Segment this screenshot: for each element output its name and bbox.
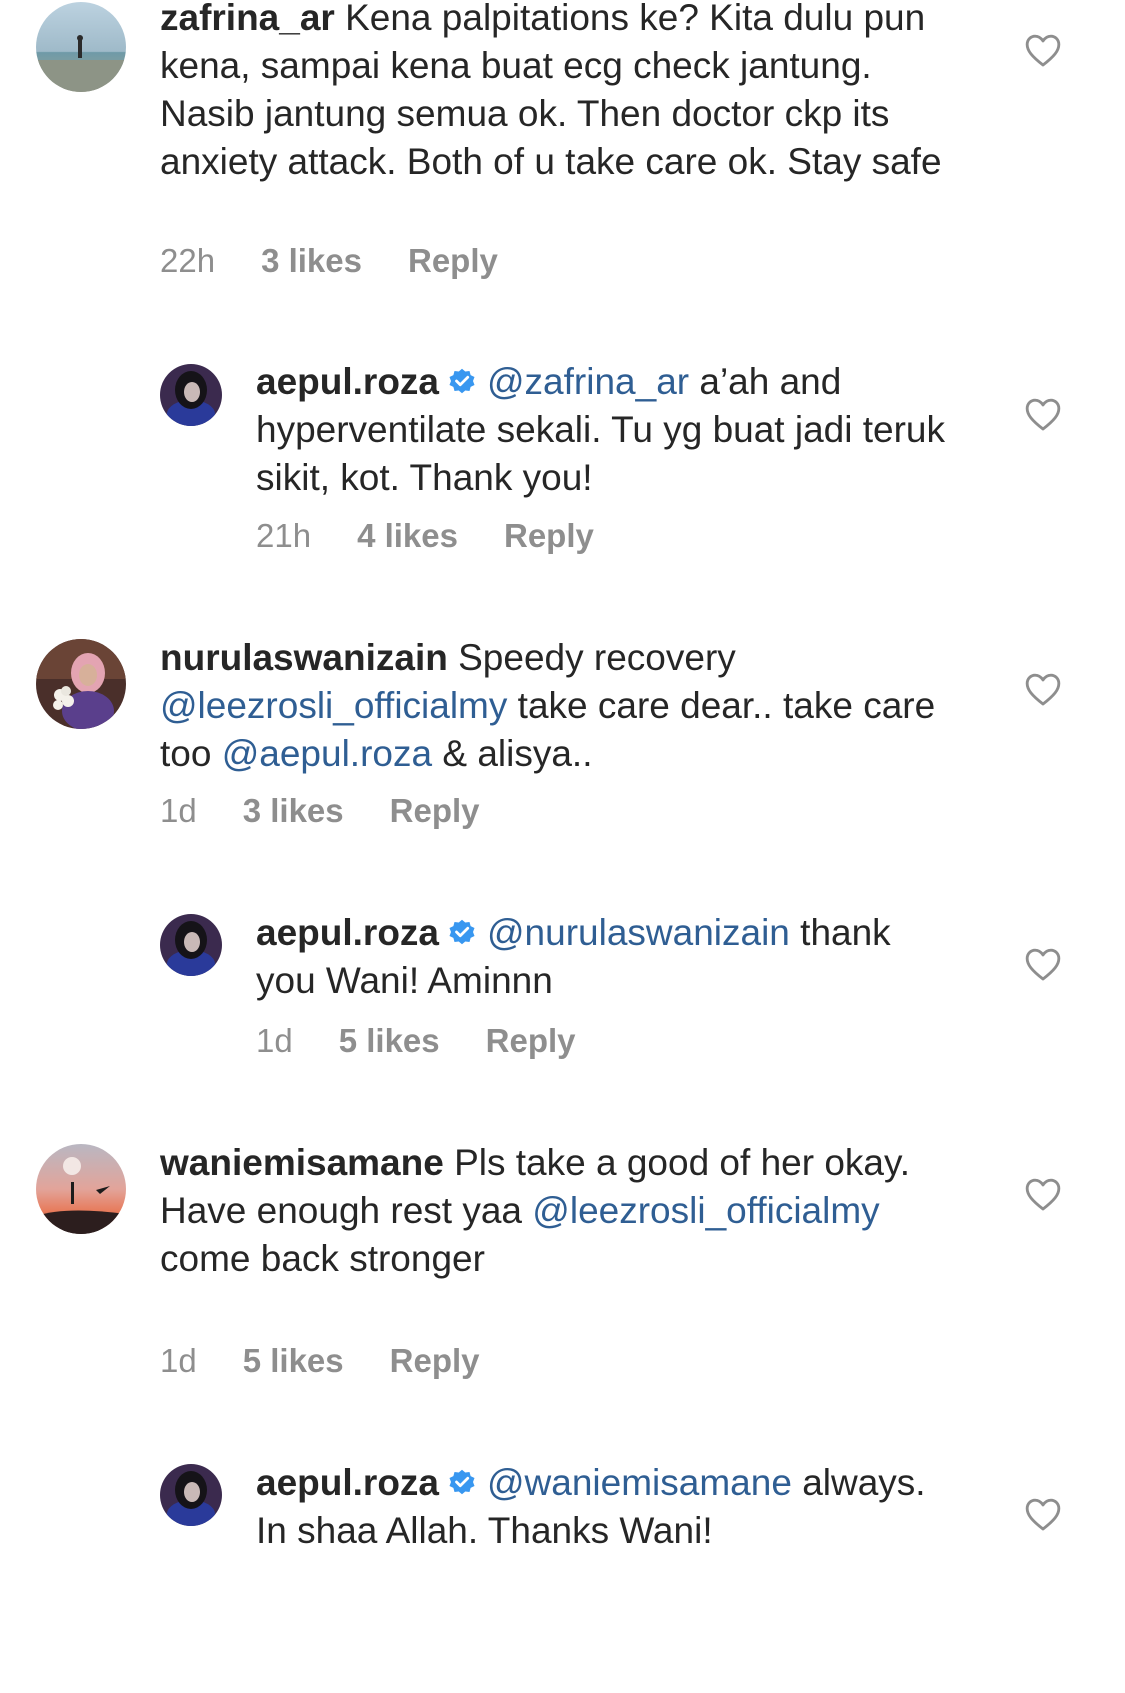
comment-username[interactable]: zafrina_ar bbox=[160, 0, 335, 38]
reply-button[interactable]: Reply bbox=[390, 1342, 480, 1379]
comment-username[interactable]: nurulaswanizain bbox=[160, 637, 448, 678]
heart-outline-icon[interactable] bbox=[1024, 32, 1062, 68]
verified-badge-icon bbox=[449, 368, 475, 394]
heart-outline-icon[interactable] bbox=[1024, 946, 1062, 982]
comment-text: nurulaswanizain Speedy recovery @leezros… bbox=[160, 634, 950, 778]
heart-outline-icon[interactable] bbox=[1024, 1176, 1062, 1212]
avatar-waniemisamane[interactable] bbox=[36, 1144, 126, 1234]
mention-link[interactable]: @waniemisamane bbox=[487, 1462, 792, 1503]
heart-outline-icon[interactable] bbox=[1024, 396, 1062, 432]
comment-text: waniemisamane Pls take a good of her oka… bbox=[160, 1139, 950, 1283]
comment-time: 1d bbox=[160, 792, 197, 829]
avatar-aepul-roza[interactable] bbox=[160, 1464, 222, 1526]
avatar-nurulaswanizain[interactable] bbox=[36, 639, 126, 729]
comment-text: aepul.roza @waniemisamane always. In shaa… bbox=[256, 1459, 956, 1555]
comment-time: 21h bbox=[256, 517, 312, 554]
verified-badge-icon bbox=[449, 1469, 475, 1495]
avatar-zafrina-ar[interactable] bbox=[36, 2, 126, 92]
heart-outline-icon[interactable] bbox=[1024, 1496, 1062, 1532]
avatar-aepul-roza[interactable] bbox=[160, 364, 222, 426]
likes-count[interactable]: 3 likes bbox=[243, 792, 344, 829]
comment-text: aepul.roza @zafrina_ar a’ah and hypervent… bbox=[256, 358, 956, 502]
comment-username[interactable]: aepul.roza bbox=[256, 361, 439, 402]
comment-username[interactable]: aepul.roza bbox=[256, 912, 439, 953]
reply-button[interactable]: Reply bbox=[408, 242, 498, 279]
comment-text: zafrina_ar Kena palpitations ke? Kita du… bbox=[160, 0, 950, 186]
comment-body: come back stronger bbox=[160, 1238, 485, 1279]
comment-meta: 22h 3 likes Reply bbox=[160, 242, 544, 280]
comment-time: 1d bbox=[256, 1022, 293, 1059]
mention-link[interactable]: @leezrosli_officialmy bbox=[532, 1190, 879, 1231]
comment-username[interactable]: waniemisamane bbox=[160, 1142, 444, 1183]
comment-meta: 1d 5 likes Reply bbox=[256, 1022, 622, 1060]
likes-count[interactable]: 5 likes bbox=[243, 1342, 344, 1379]
comment-meta: 1d 3 likes Reply bbox=[160, 792, 526, 830]
comment-meta: 1d 5 likes Reply bbox=[160, 1342, 526, 1380]
mention-link[interactable]: @nurulaswanizain bbox=[487, 912, 790, 953]
reply-button[interactable]: Reply bbox=[390, 792, 480, 829]
avatar-aepul-roza[interactable] bbox=[160, 914, 222, 976]
comment-username[interactable]: aepul.roza bbox=[256, 1462, 439, 1503]
reply-button[interactable]: Reply bbox=[486, 1022, 576, 1059]
mention-link[interactable]: @zafrina_ar bbox=[487, 361, 689, 402]
reply-button[interactable]: Reply bbox=[504, 517, 594, 554]
mention-link[interactable]: @leezrosli_officialmy bbox=[160, 685, 507, 726]
comment-meta: 21h 4 likes Reply bbox=[256, 517, 640, 555]
likes-count[interactable]: 4 likes bbox=[357, 517, 458, 554]
heart-outline-icon[interactable] bbox=[1024, 671, 1062, 707]
comment-body: & alisya.. bbox=[432, 733, 593, 774]
verified-badge-icon bbox=[449, 919, 475, 945]
mention-link[interactable]: @aepul.roza bbox=[222, 733, 432, 774]
comment-time: 22h bbox=[160, 242, 216, 279]
likes-count[interactable]: 3 likes bbox=[261, 242, 362, 279]
comment-text: aepul.roza @nurulaswanizain thank you Wan… bbox=[256, 909, 956, 1005]
comment-body: Speedy recovery bbox=[447, 637, 736, 678]
comment-time: 1d bbox=[160, 1342, 197, 1379]
likes-count[interactable]: 5 likes bbox=[339, 1022, 440, 1059]
